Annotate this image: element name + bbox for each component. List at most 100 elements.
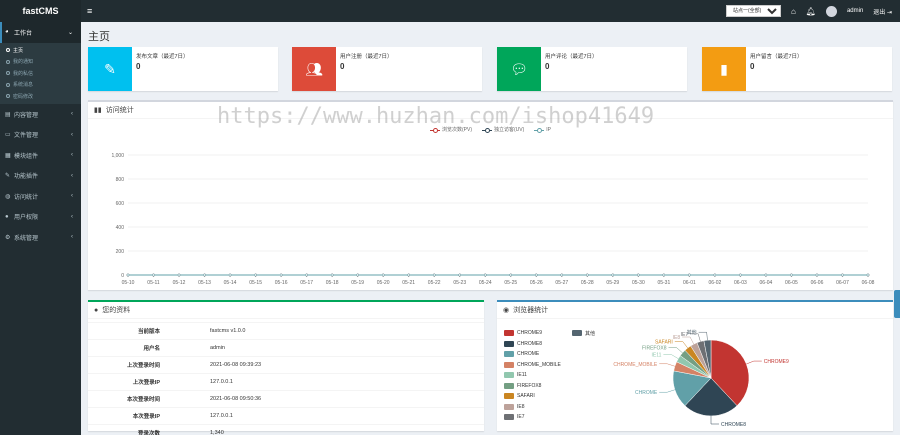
sidebar-item-dashboard[interactable]: ◕ 工作台 ⌄: [0, 22, 81, 43]
x-tick-label: 05-12: [173, 280, 186, 286]
pie-label-line: [668, 347, 683, 354]
user-icon: ●: [5, 213, 9, 220]
x-tick-label: 05-31: [657, 280, 670, 286]
edit-icon: ✎: [88, 47, 132, 91]
data-point: [458, 273, 462, 277]
panel-header: ▮▮ 访问统计: [88, 102, 893, 119]
chevron-left-icon: ‹: [71, 152, 73, 159]
data-point: [560, 273, 564, 277]
profile-row: 上次登录IP 127.0.0.1: [88, 373, 484, 391]
data-point: [407, 273, 411, 277]
sidebar-item-label: 工作台: [14, 30, 33, 37]
stat-value: 0: [750, 62, 755, 71]
data-point: [126, 273, 130, 277]
submenu-item-password[interactable]: 密码修改: [0, 91, 81, 103]
pie-slice-label: SAFARI: [655, 340, 673, 346]
site-select[interactable]: 站点一(全部): [725, 5, 781, 17]
pie-slice-label: IE8: [673, 335, 681, 341]
chrome-icon: ◉: [503, 307, 510, 314]
sidebar-item-system[interactable]: ⚙ 系统管理 ‹: [0, 227, 81, 248]
x-tick-label: 06-01: [683, 280, 696, 286]
y-tick-label: 800: [116, 177, 125, 183]
stat-body: 用户注册（最近7日） 0: [336, 47, 393, 91]
x-tick-label: 05-18: [326, 280, 339, 286]
data-point: [152, 273, 155, 277]
visit-stats-panel: ▮▮ 访问统计 浏览次数(PV) 独立访客(UV) IP 0 200 400 600 8…: [88, 100, 893, 290]
browser-stats-panel: ◉ 浏览器统计 CHROME9 CHROME8 CHROME CHROME_MOBIL…: [497, 300, 893, 431]
x-tick-label: 05-10: [122, 280, 135, 286]
circle-icon: [6, 59, 10, 64]
profile-panel: ● 您的资料 当前版本 fastcms v1.0.0 用户名 admin 上次登录时间 2…: [88, 300, 484, 435]
data-point: [585, 273, 589, 277]
profile-value: 2021-06-08 09:39:23: [210, 356, 484, 374]
profile-row: 登录次数 1,340: [88, 424, 484, 435]
pie-label-line: [698, 331, 708, 341]
data-point: [739, 273, 742, 277]
chevron-left-icon: ‹: [71, 213, 73, 220]
panel-title: 浏览器统计: [513, 307, 549, 314]
data-point: [534, 273, 538, 277]
stat-label: 用户注册（最近7日）: [340, 54, 393, 60]
submenu-label: 我的私信: [13, 70, 34, 77]
submenu-item-home[interactable]: 主页: [0, 45, 81, 57]
data-point: [305, 273, 308, 277]
data-point: [432, 273, 436, 277]
sidebar-item-modules[interactable]: ▦ 模块组件 ‹: [0, 145, 81, 166]
submenu-item-messages[interactable]: 我的私信: [0, 68, 81, 80]
pie-slice-label: CHROME_MOBILE: [613, 362, 658, 368]
submenu-label: 我的通知: [13, 59, 34, 66]
data-point: [254, 273, 257, 277]
book-icon: ▮: [702, 47, 746, 91]
home-icon[interactable]: ⌂: [791, 7, 796, 16]
sidebar-item-label: 用户权限: [14, 215, 39, 222]
pie-label-line: [659, 389, 675, 393]
profile-value: fastcms v1.0.0: [210, 322, 484, 340]
comment-icon: 💬︎: [497, 47, 541, 91]
circle-icon: [6, 82, 10, 87]
panel-title: 您的资料: [102, 307, 131, 314]
data-point: [177, 273, 181, 277]
profile-key: 上次登录IP: [88, 373, 210, 391]
logout-button[interactable]: 退出 ⇥: [873, 7, 892, 16]
sidebar-item-content[interactable]: ▤ 内容管理 ‹: [0, 104, 81, 125]
pie-slice-label: FIREFOX8: [642, 346, 667, 352]
data-point: [841, 273, 844, 277]
data-point: [611, 273, 615, 277]
panel-header: ● 您的资料: [88, 302, 484, 319]
pie-slice-label: IE11: [651, 353, 661, 359]
x-tick-label: 06-07: [836, 280, 849, 286]
grid-icon: ▦: [5, 152, 11, 159]
sidebar-item-stats[interactable]: ◍ 访问统计 ‹: [0, 186, 81, 207]
x-tick-label: 06-05: [785, 280, 798, 286]
gear-icon: ⚙: [5, 234, 11, 241]
brand-logo[interactable]: fastCMS: [0, 0, 81, 22]
x-tick-label: 05-23: [453, 280, 466, 286]
submenu-item-notifications[interactable]: 我的通知: [0, 56, 81, 68]
username[interactable]: admin: [847, 8, 863, 14]
dashboard-icon: ◕: [5, 29, 9, 36]
sidebar-item-users[interactable]: ● 用户权限 ‹: [0, 207, 81, 228]
dashboard-submenu: 主页 我的通知 我的私信 系统消息 密码修改: [0, 42, 81, 104]
submenu-item-system-messages[interactable]: 系统消息: [0, 79, 81, 91]
sidebar-item-plugins[interactable]: ✎ 功能插件 ‹: [0, 166, 81, 187]
sidebar-item-label: 访问统计: [14, 194, 39, 201]
sidebar-item-label: 功能插件: [14, 174, 39, 181]
x-tick-label: 05-27: [555, 280, 568, 286]
stat-label: 发布文章（最近7日）: [136, 54, 189, 60]
stat-value: 0: [136, 62, 141, 71]
stat-box-comments: 💬︎ 用户评论（最近7日） 0: [497, 47, 687, 91]
x-tick-label: 05-24: [479, 280, 492, 286]
profile-table: 当前版本 fastcms v1.0.0 用户名 admin 上次登录时间 2021-06-…: [88, 322, 484, 435]
sidebar: ◕ 工作台 ⌄ 主页 我的通知 我的私信 系统消息 密码修改 ▤ 内容管理 ‹ ▭ 文…: [0, 22, 81, 435]
logout-icon: ⇥: [886, 9, 892, 16]
avatar[interactable]: [825, 5, 837, 17]
profile-row: 本次登录IP 127.0.0.1: [88, 407, 484, 425]
sidebar-item-files[interactable]: ▭ 文件管理 ‹: [0, 125, 81, 146]
menu-toggle-icon[interactable]: ≡: [87, 6, 92, 16]
x-tick-label: 06-06: [811, 280, 824, 286]
data-point: [636, 273, 640, 277]
x-tick-label: 05-11: [147, 280, 160, 286]
stat-value: 0: [545, 62, 550, 71]
side-scroll-handle[interactable]: [894, 290, 900, 318]
bell-icon[interactable]: 🔔︎: [806, 7, 816, 16]
